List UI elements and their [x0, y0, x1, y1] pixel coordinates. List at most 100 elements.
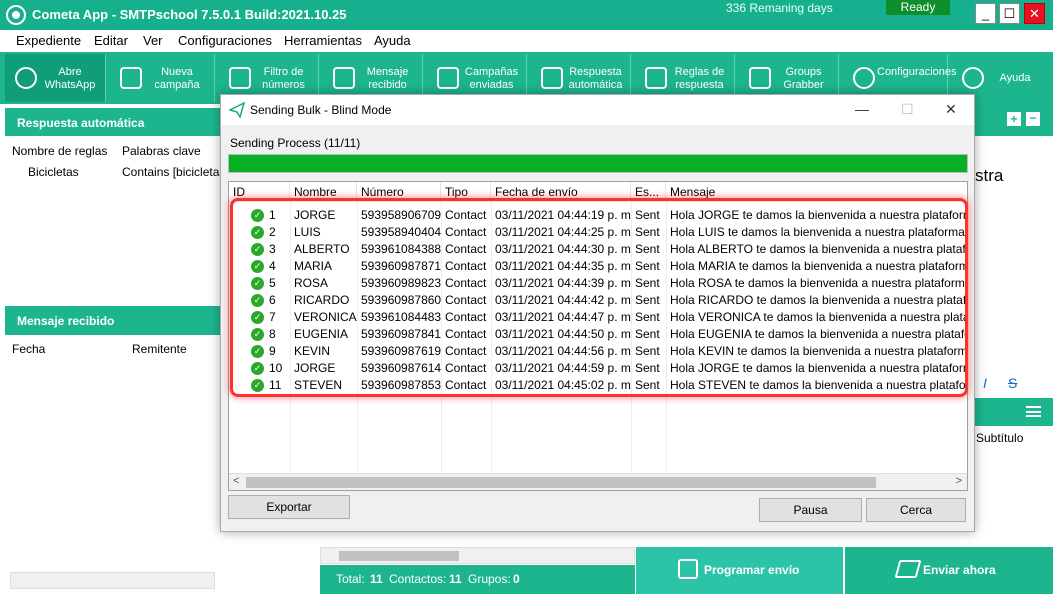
menu-editar[interactable]: Editar — [94, 33, 128, 48]
date-column-header[interactable]: Fecha — [12, 342, 45, 356]
plus-icon[interactable]: + — [1007, 112, 1021, 126]
rule-keywords[interactable]: Contains [bicicletas] — [122, 165, 229, 179]
menu-herramientas[interactable]: Herramientas — [284, 33, 362, 48]
dialog-minimize-button[interactable]: — — [855, 101, 869, 117]
total-label: Total: — [336, 572, 365, 586]
table-horizontal-scrollbar[interactable]: < > — [229, 473, 967, 490]
scroll-right-icon[interactable]: > — [956, 475, 962, 487]
table-row[interactable]: ✓ 11 STEVEN 593960987853 Contact 03/11/2021 0… — [229, 377, 967, 394]
cell-status: Sent — [635, 259, 660, 273]
menu-ayuda[interactable]: Ayuda — [374, 33, 411, 48]
campaigns-icon — [437, 67, 459, 89]
hamburger-menu-icon[interactable] — [1026, 406, 1041, 417]
scroll-thumb[interactable] — [246, 477, 876, 488]
menu-expediente[interactable]: Expediente — [16, 33, 81, 48]
rules-icon — [645, 67, 667, 89]
minus-icon[interactable]: − — [1026, 112, 1040, 126]
cell-message: Hola ROSA te damos la bienvenida a nuest… — [670, 276, 968, 290]
sender-column-header[interactable]: Remitente — [132, 342, 187, 356]
groups-value: 0 — [513, 572, 520, 586]
table-row[interactable]: ✓ 6 RICARDO 593960987860 Contact 03/11/2021 0… — [229, 292, 967, 309]
dialog-maximize-button[interactable]: ☐ — [901, 101, 914, 118]
menu-configuraciones[interactable]: Configuraciones — [178, 33, 272, 48]
col-number[interactable]: Número — [357, 182, 441, 202]
cell-id: 7 — [269, 310, 276, 324]
cell-date: 03/11/2021 04:44:39 p. m. — [495, 276, 631, 290]
cell-number: 593960987853 — [361, 378, 441, 392]
progress-label: Sending Process (11/11) — [230, 136, 361, 150]
col-status[interactable]: Es... — [631, 182, 666, 202]
cell-date: 03/11/2021 04:44:35 p. m. — [495, 259, 631, 273]
recipients-scrollbar[interactable] — [320, 547, 635, 564]
col-id[interactable]: ID — [229, 182, 290, 202]
cell-type: Contact — [445, 378, 487, 392]
right-panel-header: + − — [975, 104, 1053, 136]
table-row[interactable]: ✓ 2 LUIS 593958940404 Contact 03/11/2021 04:4… — [229, 224, 967, 241]
table-row[interactable]: ✓ 1 JORGE 593958906709 Contact 03/11/2021 04:… — [229, 207, 967, 224]
table-row[interactable]: ✓ 7 VERONICA 593961084483 Contact 03/11/2021 … — [229, 309, 967, 326]
table-row[interactable]: ✓ 3 ALBERTO 593961084388 Contact 03/11/2021 0… — [229, 241, 967, 258]
dialog-close-button[interactable]: ✕ — [945, 101, 957, 118]
right-panel-menu-bar — [975, 398, 1053, 426]
cell-message: Hola VERONICA te damos la bienvenida a n… — [670, 310, 968, 324]
col-message[interactable]: Mensaje — [666, 182, 967, 202]
progress-bar — [228, 154, 968, 173]
check-icon: ✓ — [251, 277, 264, 290]
cell-id: 1 — [269, 208, 276, 222]
maximize-button[interactable]: ☐ — [999, 3, 1020, 24]
toolbar-new-campaign-button[interactable]: Nueva campaña — [110, 54, 215, 102]
cell-type: Contact — [445, 225, 487, 239]
table-row[interactable]: ✓ 9 KEVIN 593960987619 Contact 03/11/2021 04:… — [229, 343, 967, 360]
cell-status: Sent — [635, 225, 660, 239]
gear-icon — [853, 67, 875, 89]
scroll-left-icon[interactable]: < — [233, 475, 239, 487]
toolbar-whatsapp-button[interactable]: Abre WhatsApp — [5, 54, 106, 102]
subtitle-label: Subtítulo — [976, 431, 1024, 445]
col-date[interactable]: Fecha de envío — [491, 182, 631, 202]
cell-number: 593961084483 — [361, 310, 441, 324]
rules-column-header[interactable]: Nombre de reglas — [12, 144, 107, 158]
auto-reply-panel-title: Respuesta automática — [5, 108, 220, 136]
cell-status: Sent — [635, 208, 660, 222]
schedule-send-button[interactable]: Programar envío — [636, 547, 843, 594]
cell-name: EUGENIA — [294, 327, 349, 341]
groups-icon — [749, 67, 771, 89]
cell-status: Sent — [635, 310, 660, 324]
italic-format-button[interactable]: I — [983, 375, 987, 391]
pause-button[interactable]: Pausa — [759, 498, 862, 522]
app-logo-icon — [6, 5, 26, 25]
cell-id: 3 — [269, 242, 276, 256]
cell-type: Contact — [445, 344, 487, 358]
table-row[interactable]: ✓ 4 MARIA 593960987871 Contact 03/11/2021 04:… — [229, 258, 967, 275]
check-icon: ✓ — [251, 328, 264, 341]
col-type[interactable]: Tipo — [441, 182, 491, 202]
table-row[interactable]: ✓ 8 EUGENIA 593960987841 Contact 03/11/2021 0… — [229, 326, 967, 343]
send-now-button[interactable]: Enviar ahora — [845, 547, 1053, 594]
cell-type: Contact — [445, 361, 487, 375]
minimize-button[interactable]: _ — [975, 3, 996, 24]
cell-number: 593960987841 — [361, 327, 441, 341]
cell-name: JORGE — [294, 361, 336, 375]
left-horizontal-scrollbar[interactable] — [10, 572, 215, 589]
groups-label: Grupos: — [468, 572, 511, 586]
check-icon: ✓ — [251, 345, 264, 358]
table-row[interactable]: ✓ 5 ROSA 593960989823 Contact 03/11/2021 04:4… — [229, 275, 967, 292]
cell-name: STEVEN — [294, 378, 343, 392]
calendar-icon — [678, 559, 698, 579]
close-window-button[interactable]: ✕ — [1024, 3, 1045, 24]
progress-fill — [229, 155, 967, 172]
cell-type: Contact — [445, 208, 487, 222]
rule-name[interactable]: Bicicletas — [28, 165, 79, 179]
menu-ver[interactable]: Ver — [143, 33, 163, 48]
cell-number: 593961084388 — [361, 242, 441, 256]
table-header: ID Nombre Número Tipo Fecha de envío Es.… — [229, 182, 967, 202]
close-button[interactable]: Cerca — [866, 498, 966, 522]
cell-number: 593958906709 — [361, 208, 441, 222]
export-button[interactable]: Exportar — [228, 495, 350, 519]
col-name[interactable]: Nombre — [290, 182, 357, 202]
check-icon: ✓ — [251, 260, 264, 273]
strike-format-button[interactable]: S — [1008, 375, 1017, 391]
keywords-column-header[interactable]: Palabras clave — [122, 144, 201, 158]
table-row[interactable]: ✓ 10 JORGE 593960987614 Contact 03/11/2021 04… — [229, 360, 967, 377]
cell-date: 03/11/2021 04:44:59 p. m. — [495, 361, 631, 375]
